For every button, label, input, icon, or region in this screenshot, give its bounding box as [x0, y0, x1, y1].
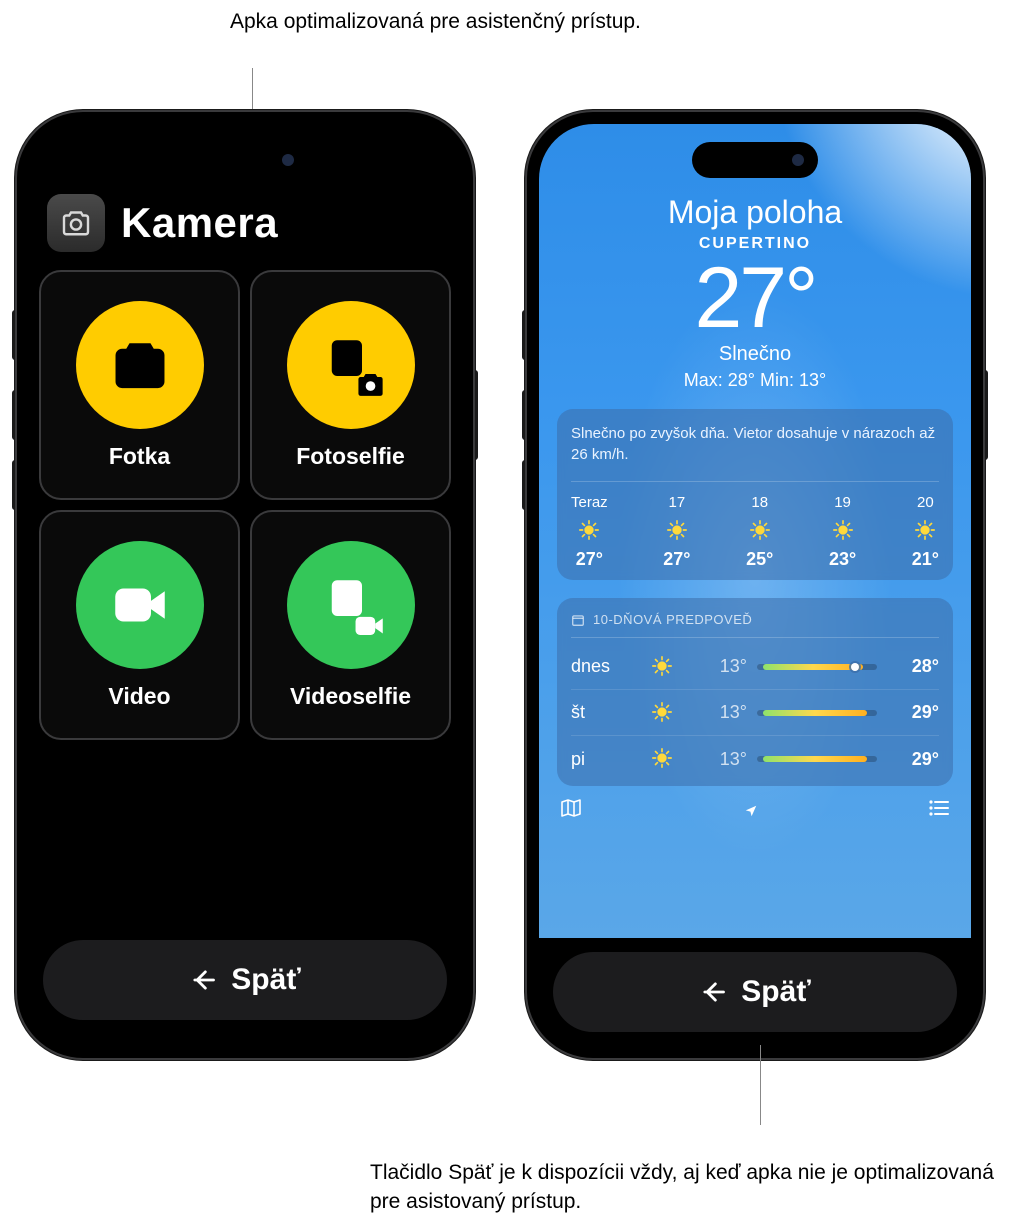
daily-row: pi 13° 29°: [571, 736, 939, 782]
weather-header: Moja poloha CUPERTINO 27° Slnečno Max: 2…: [539, 194, 971, 391]
phone-screen-weather: Moja poloha CUPERTINO 27° Slnečno Max: 2…: [539, 124, 971, 1046]
video-icon: [76, 541, 204, 669]
hour-temp: 25°: [746, 549, 773, 570]
map-icon: [559, 796, 583, 820]
day-low: 13°: [695, 702, 747, 723]
temp-range-bar: [757, 756, 877, 762]
sun-icon: [914, 519, 936, 541]
back-button[interactable]: Späť: [43, 940, 447, 1020]
hour-forecast: 19 23°: [829, 494, 856, 570]
current-temperature: 27°: [539, 255, 971, 341]
hour-label: 18: [751, 494, 768, 511]
day-label: dnes: [571, 656, 641, 677]
day-high: 29°: [887, 702, 939, 723]
sun-icon: [666, 519, 688, 541]
hour-temp: 27°: [663, 549, 690, 570]
selfie-photo-icon: [287, 301, 415, 429]
hourly-summary: Slnečno po zvyšok dňa. Vietor dosahuje v…: [571, 423, 939, 465]
hour-forecast: 17 27°: [663, 494, 690, 570]
sun-icon: [651, 701, 675, 725]
hour-forecast: 18 25°: [746, 494, 773, 570]
callout-leader-line: [760, 1045, 761, 1125]
hour-temp: 27°: [576, 549, 603, 570]
sun-icon: [578, 519, 600, 541]
tile-videoselfie[interactable]: Videoselfie: [250, 510, 451, 740]
back-button-label: Späť: [231, 963, 300, 997]
phone-frame-left: Kamera Fotka Fotoselfie: [15, 110, 475, 1060]
callout-bottom: Tlačidlo Späť je k dispozícii vždy, aj k…: [370, 1159, 1013, 1216]
daily-row: št 13° 29°: [571, 690, 939, 736]
camera-app-icon: [47, 194, 105, 252]
tile-video[interactable]: Video: [39, 510, 240, 740]
hour-label: 17: [669, 494, 686, 511]
calendar-icon: [571, 613, 585, 627]
hour-forecast: 20 21°: [912, 494, 939, 570]
list-icon: [927, 796, 951, 820]
map-button[interactable]: [559, 796, 583, 825]
temp-range-bar: [757, 664, 877, 670]
hourly-forecast-panel[interactable]: Slnečno po zvyšok dňa. Vietor dosahuje v…: [557, 409, 953, 580]
callout-top: Apka optimalizovaná pre asistenčný príst…: [230, 8, 641, 36]
dynamic-island: [692, 142, 818, 178]
arrow-left-icon: [189, 966, 217, 994]
tile-label: Video: [108, 683, 170, 710]
hour-temp: 21°: [912, 549, 939, 570]
day-high: 28°: [887, 656, 939, 677]
weather-app[interactable]: Moja poloha CUPERTINO 27° Slnečno Max: 2…: [539, 124, 971, 938]
arrow-left-icon: [699, 978, 727, 1006]
location-title: Moja poloha: [539, 194, 971, 231]
dynamic-island: [182, 142, 308, 178]
current-condition: Slnečno: [539, 343, 971, 366]
app-title: Kamera: [121, 199, 278, 247]
hour-forecast: Teraz 27°: [571, 494, 608, 570]
location-arrow-icon: [744, 804, 758, 818]
tile-label: Fotka: [109, 443, 170, 470]
tile-fotoselfie[interactable]: Fotoselfie: [250, 270, 451, 500]
phone-frame-right: Moja poloha CUPERTINO 27° Slnečno Max: 2…: [525, 110, 985, 1060]
temp-range-bar: [757, 710, 877, 716]
hour-temp: 23°: [829, 549, 856, 570]
selfie-video-icon: [287, 541, 415, 669]
day-low: 13°: [695, 656, 747, 677]
back-button-label: Späť: [741, 975, 810, 1009]
hour-label: 19: [834, 494, 851, 511]
locations-list-button[interactable]: [927, 796, 951, 825]
tile-label: Fotoselfie: [296, 443, 405, 470]
back-button[interactable]: Späť: [553, 952, 957, 1032]
day-label: pi: [571, 749, 641, 770]
page-indicator[interactable]: [744, 804, 766, 818]
camera-icon: [76, 301, 204, 429]
day-high: 29°: [887, 749, 939, 770]
day-low: 13°: [695, 749, 747, 770]
daily-row: dnes 13° 28°: [571, 644, 939, 690]
hour-label: 20: [917, 494, 934, 511]
tile-fotka[interactable]: Fotka: [39, 270, 240, 500]
day-label: št: [571, 702, 641, 723]
sun-icon: [832, 519, 854, 541]
hour-label: Teraz: [571, 494, 608, 511]
sun-icon: [749, 519, 771, 541]
sun-icon: [651, 655, 675, 679]
phone-screen-camera: Kamera Fotka Fotoselfie: [29, 124, 461, 1046]
weather-tabbar: [539, 786, 971, 837]
temp-range: Max: 28° Min: 13°: [539, 370, 971, 391]
sun-icon: [651, 747, 675, 771]
daily-forecast-panel[interactable]: 10-DŇOVÁ PREDPOVEĎ dnes 13° 28° št 13°: [557, 598, 953, 786]
daily-forecast-title: 10-DŇOVÁ PREDPOVEĎ: [593, 612, 752, 627]
tile-label: Videoselfie: [290, 683, 411, 710]
